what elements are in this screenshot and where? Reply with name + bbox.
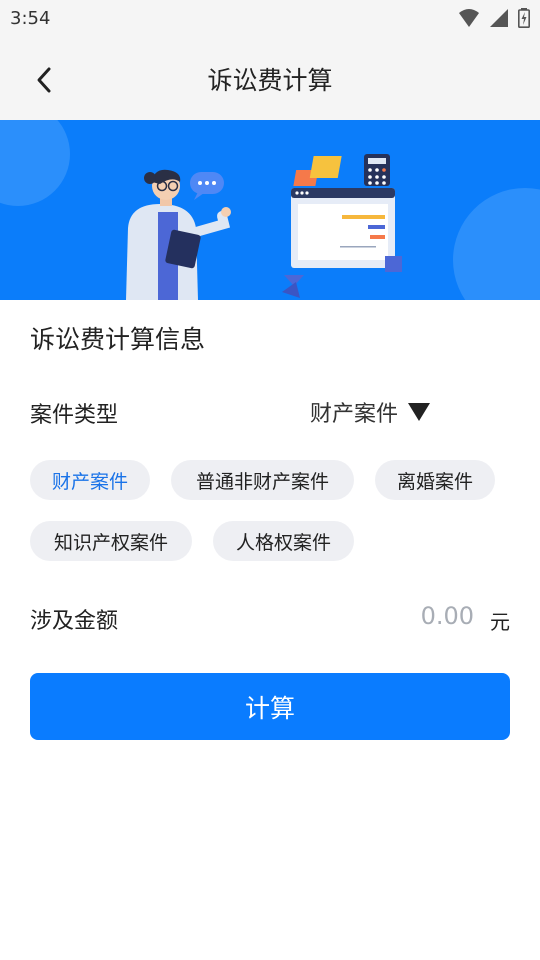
chip-divorce-case[interactable]: 离婚案件 [375,460,495,500]
amount-input[interactable]: 0.00 [421,602,474,630]
case-type-dropdown[interactable]: 财产案件 [310,395,431,429]
app-bar: 诉讼费计算 [0,38,540,120]
triangle-down-icon [408,403,431,421]
case-type-selected-value: 财产案件 [310,402,399,427]
calculator-graphic [293,154,390,186]
status-bar: 3:54 [0,0,540,38]
chip-intellectual-property-case[interactable]: 知识产权案件 [30,521,192,561]
case-type-label: 案件类型 [30,403,119,428]
banner-illustration [0,120,540,300]
chip-general-non-property-case[interactable]: 普通非财产案件 [171,460,354,500]
banner [0,120,540,300]
battery-icon [518,8,530,28]
monitor-graphic [282,188,402,298]
status-time: 3:54 [10,8,51,29]
speech-bubble [190,172,224,200]
page-title: 诉讼费计算 [207,66,333,95]
calculate-button[interactable]: 计算 [30,673,510,740]
section-title: 诉讼费计算信息 [30,325,206,354]
amount-label: 涉及金额 [30,609,119,634]
chip-personality-rights-case[interactable]: 人格权案件 [213,521,354,561]
wifi-icon [458,9,479,27]
status-icons [454,8,530,28]
signal-icon [489,9,508,27]
amount-unit: 元 [490,610,510,634]
chip-property-case[interactable]: 财产案件 [30,460,150,500]
